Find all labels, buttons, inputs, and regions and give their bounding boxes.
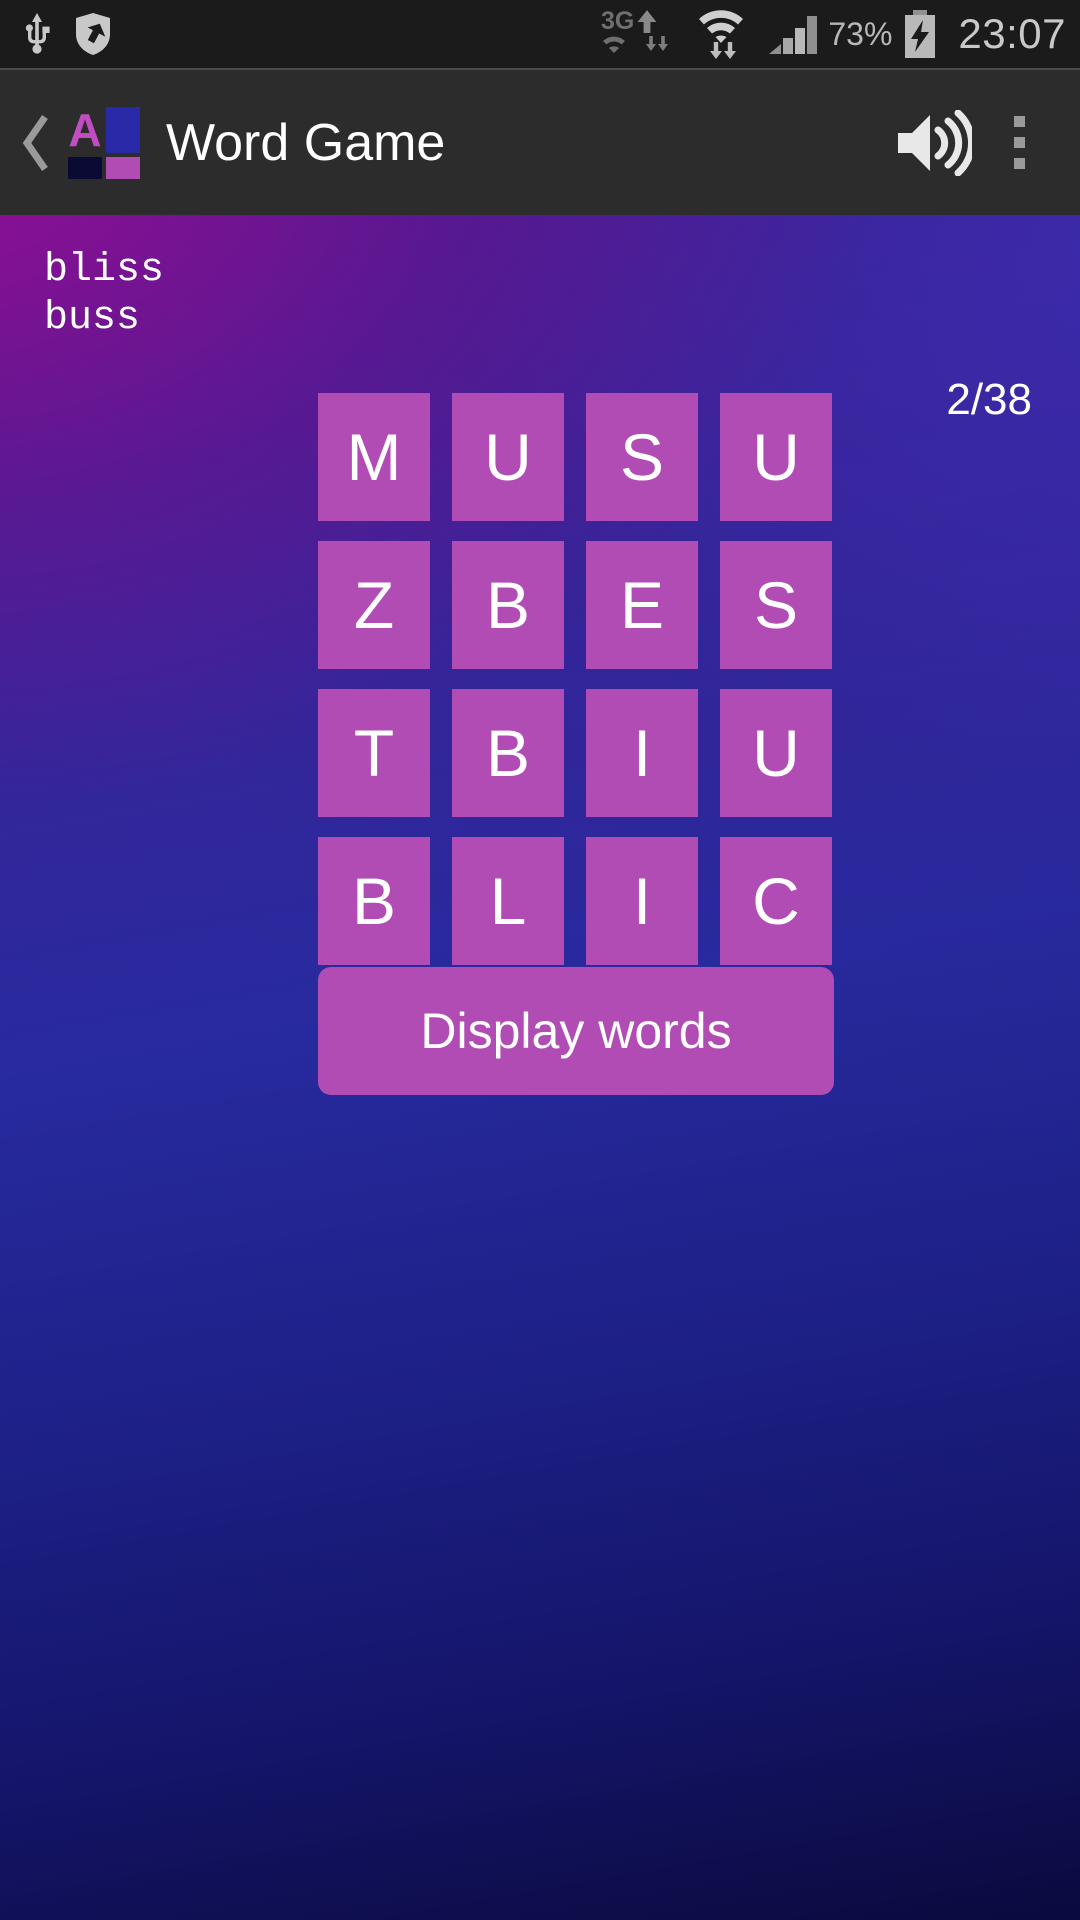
wifi-icon bbox=[699, 10, 744, 59]
letter-tile[interactable]: M bbox=[318, 393, 430, 521]
logo-tile-bottom-left bbox=[68, 156, 102, 179]
found-word: buss bbox=[44, 296, 141, 341]
letter-tile[interactable]: S bbox=[586, 393, 698, 521]
usb-icon bbox=[25, 13, 50, 54]
app-title: Word Game bbox=[166, 113, 446, 172]
phone-screen: 3G 73% 23:07 A Word Game bliss buss 2/38… bbox=[0, 0, 1080, 1920]
letter-tile[interactable]: U bbox=[720, 689, 832, 817]
letter-tile[interactable]: C bbox=[720, 837, 832, 965]
overflow-menu-button[interactable] bbox=[976, 69, 1062, 216]
letter-tile[interactable]: T bbox=[318, 689, 430, 817]
back-button[interactable] bbox=[10, 69, 62, 216]
svg-text:3G: 3G bbox=[601, 7, 634, 35]
letter-tile[interactable]: S bbox=[720, 541, 832, 669]
logo-letter-a: A bbox=[68, 103, 102, 156]
letter-tile[interactable]: I bbox=[586, 689, 698, 817]
word-counter: 2/38 bbox=[946, 375, 1032, 424]
overflow-dot-2 bbox=[1013, 137, 1025, 148]
volume-on-icon bbox=[898, 109, 972, 176]
game-area: bliss buss 2/38 M U S U Z B E S T B I U … bbox=[0, 215, 1080, 1920]
logo-tile-bottom-right bbox=[106, 156, 140, 179]
found-word: bliss bbox=[44, 248, 165, 293]
battery-charging-icon bbox=[905, 10, 936, 58]
app-logo: A bbox=[68, 103, 140, 179]
logo-tile-top-right bbox=[106, 106, 140, 153]
3g-data-icon: 3G bbox=[601, 7, 669, 53]
battery-percent-label: 73% bbox=[828, 15, 893, 52]
letter-tile[interactable]: I bbox=[586, 837, 698, 965]
letter-tile[interactable]: U bbox=[452, 393, 564, 521]
overflow-dot-1 bbox=[1013, 116, 1025, 127]
shield-sync-icon bbox=[76, 13, 110, 55]
status-bar-right-icons: 3G 73% 23:07 bbox=[601, 7, 1066, 61]
letter-grid: M U S U Z B E S T B I U B L I C bbox=[318, 393, 832, 965]
letter-tile[interactable]: B bbox=[318, 837, 430, 965]
status-bar-clock: 23:07 bbox=[958, 10, 1066, 57]
letter-tile[interactable]: Z bbox=[318, 541, 430, 669]
app-bar: A Word Game bbox=[0, 68, 1080, 215]
overflow-dot-3 bbox=[1013, 158, 1025, 169]
letter-tile[interactable]: L bbox=[452, 837, 564, 965]
sound-toggle-button[interactable] bbox=[890, 69, 976, 216]
found-words-list: bliss buss bbox=[44, 247, 164, 343]
status-bar: 3G 73% 23:07 bbox=[0, 0, 1080, 68]
display-words-button[interactable]: Display words bbox=[318, 967, 834, 1095]
cellular-signal-icon bbox=[769, 16, 818, 54]
letter-tile[interactable]: E bbox=[586, 541, 698, 669]
status-bar-left-icons bbox=[22, 12, 112, 56]
letter-tile[interactable]: U bbox=[720, 393, 832, 521]
letter-tile[interactable]: B bbox=[452, 689, 564, 817]
chevron-left-icon bbox=[22, 114, 48, 171]
letter-tile[interactable]: B bbox=[452, 541, 564, 669]
